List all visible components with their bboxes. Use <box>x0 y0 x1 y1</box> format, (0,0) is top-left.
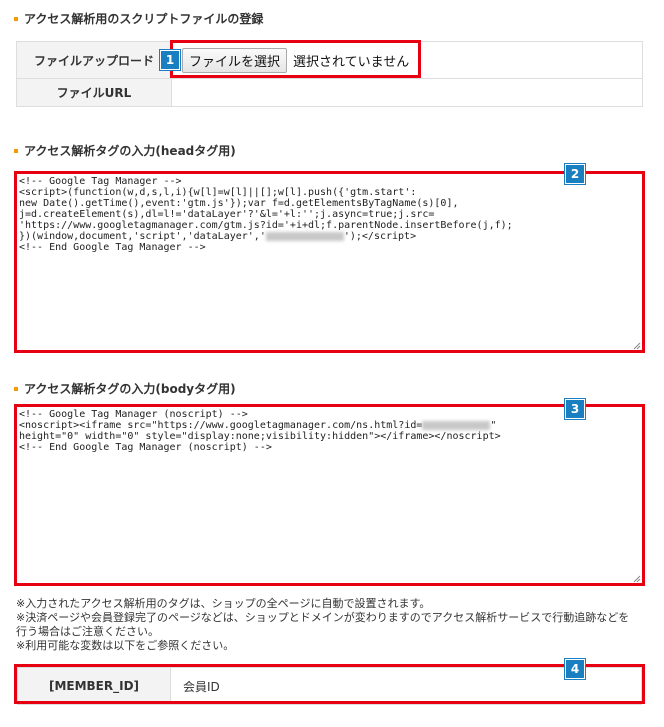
head-code-line-4: j=d.createElement(s),dl=l!='dataLayer'?'… <box>19 209 435 220</box>
bullet-icon <box>14 148 18 153</box>
note-1: ※入力されたアクセス解析用のタグは、ショップの全ページに自動で設置されます。 <box>16 597 431 610</box>
badge-1: 1 <box>160 50 180 70</box>
head-code-line-7: <!-- End Google Tag Manager --> <box>19 242 206 253</box>
body-code-line-2a: <noscript><iframe src="https://www.googl… <box>19 420 423 431</box>
badge-2: 2 <box>565 164 585 184</box>
badge-4: 4 <box>565 659 585 679</box>
note-4: ※利用可能な変数は以下をご参照ください。 <box>16 639 235 652</box>
bullet-icon <box>14 386 18 391</box>
body-section-title: アクセス解析タグの入力(bodyタグ用) <box>14 380 236 397</box>
head-section-title: アクセス解析タグの入力(headタグ用) <box>14 142 236 159</box>
head-code-line-6b: ');</script> <box>343 231 417 242</box>
blurred-gtm-id <box>422 420 491 430</box>
head-code-line-6a: })(window,document,'script','dataLayer',… <box>19 231 266 242</box>
body-code-line-1: <!-- Google Tag Manager (noscript) --> <box>19 409 248 420</box>
note-2: ※決済ページや会員登録完了のページなどは、ショップとドメインが変わりますのでアク… <box>16 611 630 624</box>
upload-section-title-text: アクセス解析用のスクリプトファイルの登録 <box>24 12 264 26</box>
file-upload-label: ファイルアップロード <box>16 41 172 79</box>
highlight-box-1 <box>170 40 421 78</box>
upload-section-title: アクセス解析用のスクリプトファイルの登録 <box>14 10 263 27</box>
resize-handle-icon[interactable] <box>633 575 641 583</box>
body-tag-code[interactable]: <!-- Google Tag Manager (noscript) --> <… <box>19 409 639 579</box>
body-section-title-text: アクセス解析タグの入力(bodyタグ用) <box>24 382 236 396</box>
file-url-row: ファイルURL <box>16 78 643 107</box>
notes: ※入力されたアクセス解析用のタグは、ショップの全ページに自動で設置されます。 ※… <box>16 597 646 653</box>
head-tag-code[interactable]: <!-- Google Tag Manager --> <script>(fun… <box>19 176 639 346</box>
body-code-line-3: height="0" width="0" style="display:none… <box>19 431 501 442</box>
file-url-label: ファイルURL <box>16 78 172 107</box>
bullet-icon <box>14 16 18 21</box>
head-code-line-5: 'https://www.googletagmanager.com/gtm.js… <box>19 220 513 231</box>
highlight-box-4 <box>14 664 645 704</box>
body-code-line-4: <!-- End Google Tag Manager (noscript) -… <box>19 442 272 453</box>
head-code-line-1: <!-- Google Tag Manager --> <box>19 176 182 187</box>
badge-3: 3 <box>565 399 585 419</box>
head-section-title-text: アクセス解析タグの入力(headタグ用) <box>24 144 236 158</box>
head-code-line-2: <script>(function(w,d,s,l,i){w[l]=w[l]||… <box>19 187 417 198</box>
resize-handle-icon[interactable] <box>633 342 641 350</box>
file-url-value <box>171 78 643 107</box>
body-code-line-2b: " <box>490 420 497 431</box>
note-3: 行う場合はご注意ください。 <box>16 625 159 638</box>
blurred-gtm-id <box>265 231 344 241</box>
head-code-line-3: new Date().getTime(),event:'gtm.js'});va… <box>19 198 459 209</box>
